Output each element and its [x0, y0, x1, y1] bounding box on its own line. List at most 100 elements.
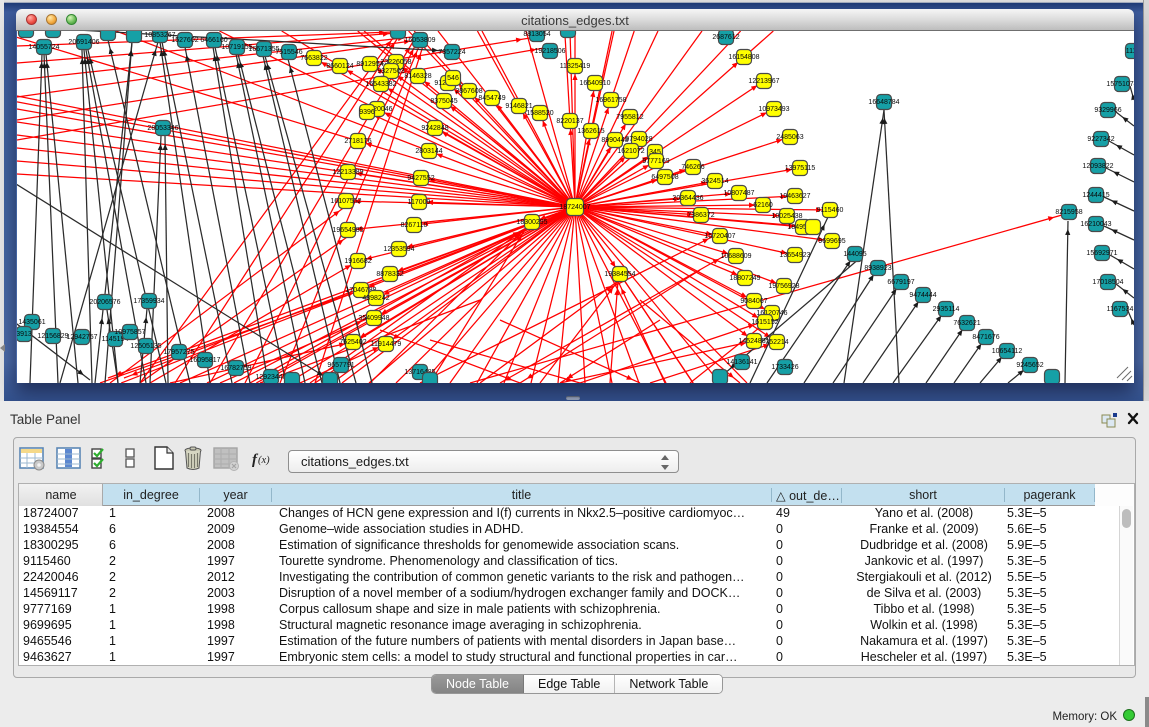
- svg-text:8220137: 8220137: [556, 118, 583, 125]
- svg-text:10973493: 10973493: [758, 106, 789, 113]
- svg-text:9474444: 9474444: [909, 292, 936, 299]
- svg-text:2935114: 2935114: [933, 306, 960, 313]
- svg-text:19463627: 19463627: [779, 193, 810, 200]
- svg-text:1733426: 1733426: [771, 364, 798, 371]
- svg-text:1435061: 1435061: [18, 319, 45, 326]
- svg-text:28053346: 28053346: [147, 125, 178, 132]
- svg-text:16095817: 16095817: [189, 357, 220, 364]
- svg-text:8375045: 8375045: [430, 98, 457, 105]
- svg-text:16543382: 16543382: [365, 81, 396, 88]
- svg-text:1527602: 1527602: [171, 37, 198, 44]
- svg-text:19218506: 19218506: [534, 48, 565, 55]
- svg-text:20364436: 20364436: [672, 195, 703, 202]
- svg-text:17957275: 17957275: [163, 349, 194, 356]
- svg-text:4898242: 4898242: [362, 295, 389, 302]
- svg-text:11914479: 11914479: [371, 341, 402, 348]
- svg-text:6466160: 6466160: [200, 37, 227, 44]
- svg-text:7357224: 7357224: [438, 49, 465, 56]
- svg-text:1362615: 1362615: [577, 128, 604, 135]
- svg-text:1112: 1112: [1126, 48, 1134, 55]
- svg-text:16053809: 16053809: [404, 37, 435, 44]
- svg-text:12156829: 12156829: [37, 333, 68, 340]
- svg-text:7955812: 7955812: [616, 114, 643, 121]
- svg-text:35409948: 35409948: [358, 315, 389, 322]
- svg-text:12942757: 12942757: [66, 334, 97, 341]
- svg-text:9084067: 9084067: [740, 298, 767, 305]
- svg-text:9794028: 9794028: [625, 136, 652, 143]
- svg-text:8146328: 8146328: [404, 73, 431, 80]
- svg-text:12505135: 12505135: [130, 343, 161, 350]
- svg-text:18300295: 18300295: [516, 219, 547, 226]
- svg-text:1167534: 1167534: [1107, 306, 1134, 313]
- svg-text:8454749: 8454749: [478, 95, 505, 102]
- svg-text:6497508: 6497508: [651, 174, 678, 181]
- svg-text:7386372: 7386372: [687, 212, 714, 219]
- svg-text:17359934: 17359934: [133, 298, 164, 305]
- svg-text:2687612: 2687612: [712, 34, 739, 41]
- svg-text:9227342: 9227342: [1087, 136, 1114, 143]
- svg-text:8267110: 8267110: [401, 222, 428, 229]
- svg-text:12213967: 12213967: [748, 78, 779, 85]
- svg-text:9115460: 9115460: [817, 207, 844, 214]
- svg-text:1916682: 1916682: [344, 258, 371, 265]
- svg-text:1621072: 1621072: [617, 148, 644, 155]
- svg-text:9146821: 9146821: [505, 103, 532, 110]
- svg-text:16107552: 16107552: [330, 198, 361, 205]
- svg-text:1588520: 1588520: [526, 110, 553, 117]
- svg-text:2485063: 2485063: [776, 134, 803, 141]
- svg-text:546: 546: [447, 75, 459, 82]
- svg-text:8471676: 8471676: [972, 334, 999, 341]
- svg-text:9777169: 9777169: [642, 158, 669, 165]
- svg-text:2803144: 2803144: [415, 148, 442, 155]
- svg-text:3624514: 3624514: [701, 178, 728, 185]
- svg-text:9657791: 9657791: [327, 362, 354, 369]
- svg-text:117009: 117009: [408, 199, 431, 206]
- svg-text:14055724: 14055724: [28, 44, 59, 51]
- svg-text:(x): (x): [258, 455, 270, 466]
- svg-text:8813054: 8813054: [523, 31, 550, 38]
- svg-text:62160: 62160: [753, 202, 773, 209]
- svg-text:1615152: 1615152: [751, 319, 778, 326]
- svg-text:7515546: 7515546: [275, 49, 302, 56]
- svg-text:19654985: 19654985: [332, 227, 363, 234]
- svg-text:2718176: 2718176: [344, 138, 371, 145]
- svg-text:19384554: 19384554: [604, 271, 635, 278]
- svg-text:15692971: 15692971: [1086, 250, 1117, 257]
- svg-text:7632621: 7632621: [953, 320, 980, 327]
- svg-text:7663822: 7663822: [300, 55, 327, 62]
- svg-text:9329966: 9329966: [1094, 107, 1121, 114]
- svg-text:13654923: 13654923: [779, 252, 810, 259]
- svg-text:17018504: 17018504: [1092, 279, 1123, 286]
- svg-text:18807249: 18807249: [729, 275, 760, 282]
- svg-text:8215958: 8215958: [1055, 209, 1082, 216]
- svg-text:9242848: 9242848: [421, 125, 448, 132]
- svg-text:144095: 144095: [843, 251, 866, 258]
- svg-text:2867608: 2867608: [455, 88, 482, 95]
- svg-text:12213389: 12213389: [332, 169, 363, 176]
- svg-text:12093822: 12093822: [1082, 163, 1113, 170]
- svg-text:13975115: 13975115: [785, 165, 816, 172]
- svg-text:15751074: 15751074: [1106, 81, 1134, 88]
- svg-text:8938923: 8938923: [864, 265, 891, 272]
- svg-text:1244415: 1244415: [1082, 192, 1109, 199]
- svg-text:10807487: 10807487: [723, 190, 754, 197]
- svg-text:10975857: 10975857: [114, 329, 145, 336]
- svg-text:12923448: 12923448: [255, 374, 286, 381]
- svg-text:10654112: 10654112: [992, 348, 1023, 355]
- svg-text:9396: 9396: [359, 109, 375, 116]
- svg-text:16961758: 16961758: [595, 97, 626, 104]
- svg-text:7625402: 7625402: [339, 339, 366, 346]
- svg-text:15720407: 15720407: [704, 233, 735, 240]
- svg-text:16210043: 16210043: [1080, 221, 1111, 228]
- svg-text:16154808: 16154808: [728, 54, 759, 61]
- svg-text:18724007: 18724007: [559, 204, 590, 211]
- svg-text:16648784: 16648784: [868, 99, 899, 106]
- svg-text:19756928: 19756928: [768, 283, 799, 290]
- svg-text:14136141: 14136141: [726, 359, 757, 366]
- svg-text:10688609: 10688609: [720, 253, 751, 260]
- svg-text:12353594: 12353594: [383, 246, 414, 253]
- svg-text:3913: 3913: [17, 331, 32, 338]
- svg-text:352214: 352214: [765, 339, 788, 346]
- svg-text:9327503: 9327503: [377, 68, 404, 75]
- svg-text:746266: 746266: [681, 164, 704, 171]
